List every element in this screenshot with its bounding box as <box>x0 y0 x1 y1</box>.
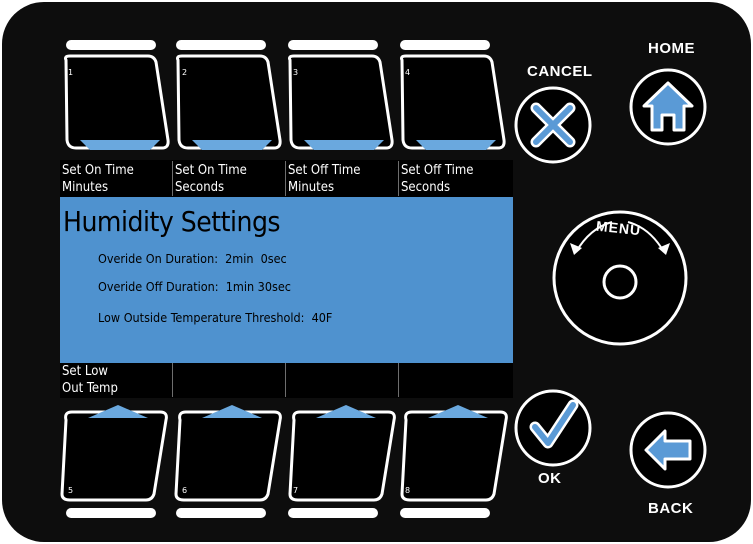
ok-label: OK <box>538 470 562 487</box>
softkey-5-label-line2: Out Temp <box>62 381 118 396</box>
dial-center-icon <box>602 264 638 300</box>
softkey-7[interactable] <box>288 405 396 502</box>
softkey-number: 4 <box>405 68 411 77</box>
back-button[interactable] <box>629 411 707 489</box>
indicator-bar-8 <box>400 508 490 518</box>
indicator-bar-2 <box>176 40 266 50</box>
softkey-2-label-line1: Set On Time <box>175 163 247 178</box>
indicator-bar-4 <box>400 40 490 50</box>
softkey-number: 2 <box>182 68 188 77</box>
home-button[interactable] <box>629 68 707 146</box>
back-label: BACK <box>648 500 694 517</box>
softkey-2-label-line2: Seconds <box>175 180 225 195</box>
softkey-6[interactable] <box>174 405 282 502</box>
softkey-number: 8 <box>405 486 411 495</box>
control-panel: 1 2 3 4 5 6 7 8 Set On Time Minutes Set … <box>0 0 753 544</box>
softkey-number: 7 <box>293 486 299 495</box>
setting-line-low-temp: Low Outside Temperature Threshold: 40F <box>98 310 333 325</box>
softkey-5-label-line1: Set Low <box>62 364 108 379</box>
ok-button[interactable] <box>514 389 592 467</box>
cancel-label: CANCEL <box>527 63 593 80</box>
cancel-button[interactable] <box>514 86 592 164</box>
screen-title: Humidity Settings <box>63 205 281 238</box>
softkey-1-label-line2: Minutes <box>62 180 109 195</box>
indicator-bar-3 <box>288 40 378 50</box>
softkey-1-label-line1: Set On Time <box>62 163 134 178</box>
softkey-3-label-line2: Minutes <box>288 180 335 195</box>
softkey-5[interactable] <box>60 405 168 502</box>
softkey-3[interactable] <box>288 54 394 150</box>
softkey-4-label-line1: Set Off Time <box>401 163 474 178</box>
indicator-bar-6 <box>176 508 266 518</box>
indicator-bar-7 <box>288 508 378 518</box>
indicator-bar-5 <box>66 508 156 518</box>
softkey-label-cell <box>173 363 286 397</box>
softkey-number: 3 <box>293 68 299 77</box>
softkey-1[interactable] <box>64 54 170 150</box>
softkey-number: 1 <box>68 68 74 77</box>
softkey-number: 5 <box>68 486 74 495</box>
softkey-number: 6 <box>182 486 188 495</box>
softkey-4-label-line2: Seconds <box>401 180 451 195</box>
softkey-8[interactable] <box>400 405 508 502</box>
softkey-4[interactable] <box>400 54 506 150</box>
home-label: HOME <box>648 40 695 57</box>
softkey-3-label-line1: Set Off Time <box>288 163 361 178</box>
setting-line-on-duration: Overide On Duration: 2min 0sec <box>98 251 287 266</box>
softkey-label-cell <box>286 363 399 397</box>
setting-line-off-duration: Overide Off Duration: 1min 30sec <box>98 279 291 294</box>
softkey-2[interactable] <box>176 54 282 150</box>
softkey-label-cell <box>399 363 512 397</box>
indicator-bar-1 <box>66 40 156 50</box>
